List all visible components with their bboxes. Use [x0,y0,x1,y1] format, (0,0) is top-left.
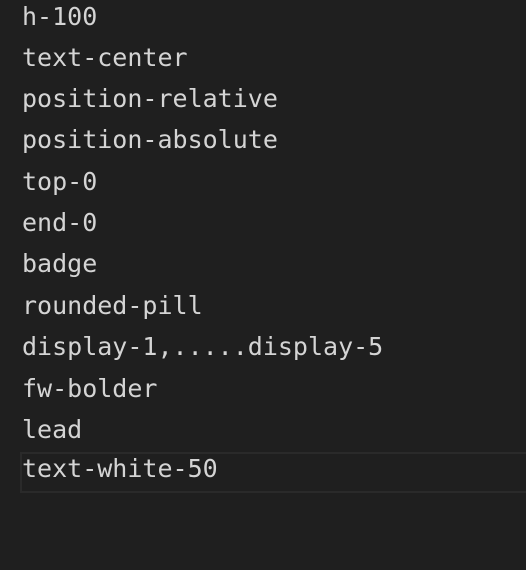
line-text: fw-bolder [22,374,158,403]
line-text: rounded-pill [22,291,203,320]
editor-line[interactable]: h-100 [0,0,526,41]
editor-line[interactable]: end-0 [0,206,526,247]
editor-line[interactable]: position-absolute [0,123,526,164]
line-text: display-1,.....display-5 [22,332,384,361]
editor-line[interactable]: lead [0,413,526,454]
line-text: h-100 [22,2,98,31]
editor-line[interactable]: rounded-pill [0,289,526,330]
editor-line[interactable]: top-0 [0,165,526,206]
line-text: badge [22,249,98,278]
line-text: text-white-50 [22,454,218,483]
line-text: top-0 [22,167,98,196]
line-text: position-absolute [22,125,278,154]
line-text: lead [22,415,83,444]
editor-line-current[interactable]: text-white-50 [20,452,526,493]
editor-line[interactable]: position-relative [0,82,526,123]
line-text: text-center [22,43,188,72]
line-text: position-relative [22,84,278,113]
line-text: end-0 [22,208,98,237]
editor-line[interactable]: display-1,.....display-5 [0,330,526,371]
editor-line[interactable]: badge [0,247,526,288]
editor-line[interactable]: fw-bolder [0,372,526,413]
editor-line[interactable]: text-center [0,41,526,82]
code-editor[interactable]: h-100 text-center position-relative posi… [0,0,526,570]
